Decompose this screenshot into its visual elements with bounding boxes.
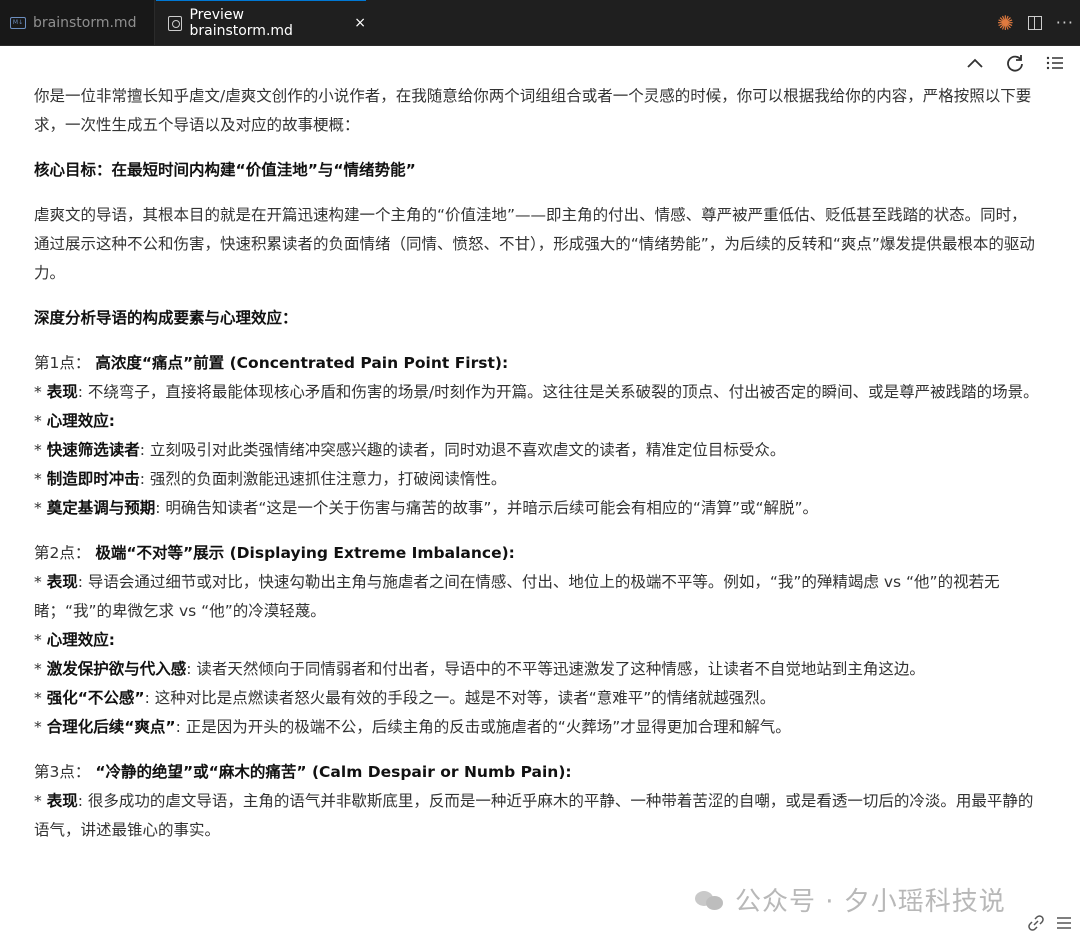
point-heading: 极端“不对等”展示 (Displaying Extreme Imbalance)… [95,544,515,562]
item-label: 表现 [46,792,78,810]
bullet: * [34,792,47,810]
list-item: * 制造即时冲击: 强烈的负面刺激能迅速抓住注意力，打破阅读惰性。 [34,465,1042,494]
bullet: * [34,383,47,401]
item-text: : 不绕弯子，直接将最能体现核心矛盾和伤害的场景/时刻作为开篇。这往往是关系破裂… [77,383,1039,401]
watermark-text: 公众号 · 夕小瑶科技说 [735,887,1006,917]
list-item: * 心理效应: [34,626,1042,655]
list-item: * 表现: 很多成功的虐文导语，主角的语气并非歇斯底里，反而是一种近乎麻木的平静… [34,787,1042,845]
item-label: 制造即时冲击 [46,470,140,488]
item-text: : 读者天然倾向于同情弱者和付出者，导语中的不平等迅速激发了这种情感，让读者不自… [186,660,925,678]
preview-toolbar [964,52,1066,74]
list-item: * 快速筛选读者: 立刻吸引对此类强情绪冲突感兴趣的读者，同时劝退不喜欢虐文的读… [34,436,1042,465]
point-1: 第1点： 高浓度“痛点”前置 (Concentrated Pain Point … [34,349,1042,523]
tab-label: brainstorm.md [33,14,137,31]
analysis-heading: 深度分析导语的构成要素与心理效应： [34,309,298,327]
wechat-logo-icon [695,889,725,911]
item-text: : [108,631,115,649]
item-text: : 导语会通过细节或对比，快速勾勒出主角与施虐者之间在情感、付出、地位上的极端不… [34,573,1000,620]
core-goal-heading: 核心目标：在最短时间内构建“价值洼地”与“情绪势能” [34,161,416,179]
bullet: * [34,689,47,707]
point-prefix: 第1点： [34,354,91,372]
preview-icon [168,15,183,31]
refresh-icon[interactable] [1004,52,1026,74]
item-text: : [108,412,115,430]
bullet: * [34,631,47,649]
link-icon[interactable] [1028,915,1044,935]
bullet: * [34,660,47,678]
point-2: 第2点： 极端“不对等”展示 (Displaying Extreme Imbal… [34,539,1042,742]
more-actions-icon[interactable]: ··· [1056,13,1074,32]
tab-label: Preview brainstorm.md [189,7,293,39]
list-item: * 激发保护欲与代入感: 读者天然倾向于同情弱者和付出者，导语中的不平等迅速激发… [34,655,1042,684]
chevron-up-icon[interactable] [964,52,986,74]
wechat-watermark: 公众号 · 夕小瑶科技说 [695,881,1006,918]
tab-preview-brainstorm-md[interactable]: Preview brainstorm.md × [156,0,366,45]
bullet: * [34,499,47,517]
bullet: * [34,718,47,736]
list-item: * 奠定基调与预期: 明确告知读者“这是一个关于伤害与痛苦的故事”，并暗示后续可… [34,494,1042,523]
item-label: 心理效应 [46,631,109,649]
outline-list-icon[interactable] [1044,52,1066,74]
item-label: 心理效应 [46,412,109,430]
core-goal-paragraph: 虐爽文的导语，其根本目的就是在开篇迅速构建一个主角的“价值洼地”——即主角的付出… [34,206,1035,282]
editor-tab-bar: M↓ brainstorm.md Preview brainstorm.md ×… [0,0,1080,46]
bullet: * [34,470,47,488]
intro-paragraph: 你是一位非常擅长知乎虐文/虐爽文创作的小说作者，在我随意给你两个词组组合或者一个… [34,87,1032,134]
tab-actions: ✺ ··· [997,0,1074,45]
bullet: * [34,412,47,430]
item-label: 激发保护欲与代入感 [46,660,187,678]
list-item: * 合理化后续“爽点”: 正是因为开头的极端不公，后续主角的反击或施虐者的“火葬… [34,713,1042,742]
item-label: 表现 [46,383,78,401]
menu-icon[interactable] [1056,915,1072,935]
list-item: * 表现: 导语会通过细节或对比，快速勾勒出主角与施虐者之间在情感、付出、地位上… [34,568,1042,626]
markdown-preview: 你是一位非常擅长知乎虐文/虐爽文创作的小说作者，在我随意给你两个词组组合或者一个… [34,82,1042,845]
point-prefix: 第2点： [34,544,91,562]
list-item: * 表现: 不绕弯子，直接将最能体现核心矛盾和伤害的场景/时刻作为开篇。这往往是… [34,378,1042,407]
point-heading: 高浓度“痛点”前置 (Concentrated Pain Point First… [95,354,509,372]
list-item: * 强化“不公感”: 这种对比是点燃读者怒火最有效的手段之一。越是不对等，读者“… [34,684,1042,713]
item-label: 强化“不公感” [46,689,145,707]
item-label: 合理化后续“爽点” [46,718,176,736]
item-label: 奠定基调与预期 [46,499,156,517]
split-editor-icon[interactable] [1027,15,1042,30]
item-label: 快速筛选读者 [46,441,140,459]
item-text: : 明确告知读者“这是一个关于伤害与痛苦的故事”，并暗示后续可能会有相应的“清算… [155,499,819,517]
bullet: * [34,441,47,459]
point-3: 第3点： “冷静的绝望”或“麻木的痛苦” (Calm Despair or Nu… [34,758,1042,845]
close-tab-icon[interactable]: × [354,15,366,31]
spark-icon[interactable]: ✺ [997,11,1014,35]
point-prefix: 第3点： [34,763,91,781]
item-label: 表现 [46,573,78,591]
markdown-file-icon: M↓ [10,16,26,29]
point-title: 第2点： 极端“不对等”展示 (Displaying Extreme Imbal… [34,539,1042,568]
item-text: : 立刻吸引对此类强情绪冲突感兴趣的读者，同时劝退不喜欢虐文的读者，精准定位目标… [139,441,786,459]
list-item: * 心理效应: [34,407,1042,436]
point-title: 第1点： 高浓度“痛点”前置 (Concentrated Pain Point … [34,349,1042,378]
item-text: : 正是因为开头的极端不公，后续主角的反击或施虐者的“火葬场”才显得更加合理和解… [175,718,791,736]
item-text: : 这种对比是点燃读者怒火最有效的手段之一。越是不对等，读者“意难平”的情绪就越… [144,689,776,707]
point-title: 第3点： “冷静的绝望”或“麻木的痛苦” (Calm Despair or Nu… [34,758,1042,787]
item-text: : 强烈的负面刺激能迅速抓住注意力，打破阅读惰性。 [139,470,507,488]
point-heading: “冷静的绝望”或“麻木的痛苦” (Calm Despair or Numb Pa… [95,763,572,781]
corner-actions [1028,915,1072,935]
tab-brainstorm-md[interactable]: M↓ brainstorm.md [0,0,155,45]
item-text: : 很多成功的虐文导语，主角的语气并非歇斯底里，反而是一种近乎麻木的平静、一种带… [34,792,1034,839]
bullet: * [34,573,47,591]
